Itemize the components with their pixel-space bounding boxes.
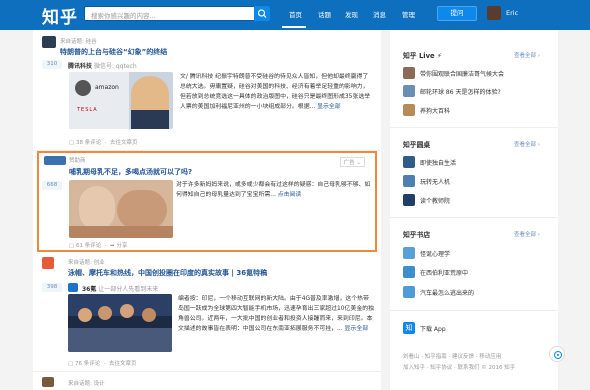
live-thumb	[403, 85, 415, 97]
topic-icon[interactable]	[42, 36, 56, 48]
article-thumbnail[interactable]: amazon TESLA	[69, 72, 173, 129]
author-name[interactable]: 腾讯科技	[68, 63, 92, 70]
author-name[interactable]: 36氪	[82, 286, 96, 293]
nav-home[interactable]: 首页	[289, 9, 302, 19]
show-more-link[interactable]: 显示全部	[345, 326, 369, 332]
author-bio: 让一部分人先看到未来	[98, 286, 159, 293]
go-to-article-link[interactable]: 去往文章页	[110, 140, 138, 146]
feed-actions: ▢ 76 条评论 · 去往文章页	[68, 361, 137, 367]
books-section-title: 知乎书店	[403, 231, 431, 239]
nav-messages[interactable]: 消息	[373, 9, 386, 19]
topic-source[interactable]: 来自话题: 设计	[68, 379, 105, 387]
sidebar-divider	[390, 217, 558, 218]
go-to-article-link[interactable]: 去往文章页	[109, 361, 137, 367]
topic-icon[interactable]	[42, 377, 54, 387]
chevron-down-icon: ⌄	[354, 160, 361, 166]
chat-icon	[554, 351, 562, 359]
comments-link[interactable]: ▢ 61 条评论	[69, 243, 103, 249]
feed-excerpt: 对于许多新妈妈来说，或多或少都会有过这样的疑惑：自己母乳够不够、如何得知自己的母…	[176, 182, 371, 198]
feed-excerpt: 文/ 腾讯科技 纪振宇特朗普不受硅谷的待见众人皆知，但他却最终赢得了总统大选。毋…	[180, 74, 371, 110]
author-avatar[interactable]	[68, 283, 78, 292]
footer-links-line1[interactable]: 刘看山 · 知乎指南 · 建议反馈 · 移动应用	[403, 352, 501, 360]
live-thumb	[403, 104, 415, 116]
vote-count[interactable]: 310	[42, 60, 62, 69]
roundtable-thumb	[403, 194, 415, 206]
live-item[interactable]: 带你围观联合国廉洁哥气候大会	[403, 67, 553, 81]
download-app-link[interactable]: 知 下载 App	[403, 322, 553, 336]
zhihu-logo[interactable]: 知乎	[42, 3, 78, 28]
nav-active-indicator	[282, 26, 306, 28]
search-button[interactable]	[254, 6, 270, 21]
comment-icon: ▢	[69, 140, 76, 146]
feedback-button[interactable]	[549, 346, 565, 362]
roundtable-section-title: 知乎圆桌	[403, 141, 431, 149]
topic-icon[interactable]	[42, 257, 54, 269]
feed-title[interactable]: 特朗普的上台与硅谷“幻象”的终结	[60, 47, 167, 57]
search-input[interactable]: 搜索你感兴趣的内容...	[84, 6, 270, 21]
comment-icon: ▢	[69, 243, 76, 249]
feed-actions: ▢ 61 条评论 · ➦ 分享	[69, 243, 128, 249]
sidebar-divider	[390, 127, 558, 128]
vote-count[interactable]: 668	[42, 181, 62, 190]
sidebar-divider	[390, 310, 558, 311]
live-more-link[interactable]: 查看全部 ›	[514, 51, 540, 59]
comment-icon: ▢	[68, 361, 75, 367]
author-line: 36氪 让一部分人先看到未来	[82, 284, 158, 293]
roundtable-more-link[interactable]: 查看全部 ›	[514, 140, 540, 148]
read-more-link[interactable]: 点击阅读	[278, 192, 302, 198]
comments-link[interactable]: ▢ 76 条评论	[68, 361, 102, 367]
book-cover	[403, 286, 415, 298]
show-more-link[interactable]: 显示全部	[317, 104, 341, 110]
feed-title[interactable]: 哺乳期母乳不足，多喝点汤就可以了吗?	[69, 167, 192, 177]
book-item[interactable]: 汽车最怎么逃出来的	[403, 286, 553, 300]
author-line: 腾讯科技 微信号: qqtech	[68, 61, 137, 70]
ask-button[interactable]: 提问	[437, 6, 477, 21]
roundtable-item[interactable]: 读个教师院	[403, 194, 553, 208]
book-item[interactable]: 在西伯利亚荒原中	[403, 266, 553, 280]
article-thumbnail[interactable]	[68, 294, 172, 352]
share-link[interactable]: ➦ 分享	[110, 243, 127, 249]
vote-count[interactable]: 398	[42, 283, 62, 292]
books-more-link[interactable]: 查看全部 ›	[514, 230, 540, 238]
roundtable-thumb	[403, 175, 415, 187]
feed-actions: ▢ 38 条评论 · 去往文章页	[69, 140, 138, 146]
feed-divider	[33, 371, 381, 372]
roundtable-thumb	[403, 156, 415, 168]
live-section-title: 知乎 Live ⚡	[403, 52, 442, 60]
ad-tag[interactable]: 广告 ⌄	[339, 157, 365, 167]
nav-explore[interactable]: 发现	[345, 9, 358, 19]
feed-excerpt: 编者按：印尼，一个移动互联网的新大陆。由于4G普及率激增，这个热带岛国一跃成为全…	[178, 296, 374, 332]
zhihu-app-icon: 知	[403, 322, 415, 334]
comments-link[interactable]: ▢ 38 条评论	[69, 140, 103, 146]
top-bar: 知乎 搜索你感兴趣的内容... 首页 话题 发现 消息 管理 提问 Eric	[0, 0, 590, 30]
sponsored-item: 赞助商 广告 ⌄ 哺乳期母乳不足，多喝点汤就可以了吗? 668 对于许多新妈妈来…	[37, 151, 377, 252]
nav-topics[interactable]: 话题	[318, 9, 331, 19]
footer-links-line2[interactable]: 加入知乎 · 知乎协议 · 联系我们 © 2016 知乎	[403, 363, 515, 371]
sponsor-label: 赞助商	[69, 158, 86, 164]
search-icon	[257, 9, 267, 18]
live-item[interactable]: 养狗大百科	[403, 104, 553, 118]
live-thumb	[403, 67, 415, 79]
topic-source[interactable]: 来自话题: 创业	[68, 258, 105, 266]
feed-title[interactable]: 泳帽、摩托车和热线，中国创投圈在印度的真实故事 | 36氪特稿	[68, 268, 267, 278]
sponsor-logo	[44, 156, 66, 165]
nav-manage[interactable]: 管理	[402, 9, 415, 19]
book-cover	[403, 247, 415, 259]
user-avatar[interactable]	[487, 6, 501, 20]
book-cover	[403, 266, 415, 278]
user-name[interactable]: Eric	[506, 9, 518, 17]
roundtable-item[interactable]: 即使独自生活	[403, 156, 553, 170]
roundtable-item[interactable]: 玩转无人机	[403, 175, 553, 189]
topic-source[interactable]: 来自话题: 硅谷	[60, 37, 97, 45]
right-sidebar: 知乎 Live ⚡ 查看全部 › 带你围观联合国廉洁哥气候大会 邮轮环球 86 …	[390, 30, 558, 390]
author-bio: 微信号: qqtech	[93, 63, 137, 70]
live-item[interactable]: 邮轮环球 86 天是怎样的体验?	[403, 85, 553, 99]
ad-thumbnail[interactable]	[69, 180, 173, 238]
book-item[interactable]: 怪诞心理学	[403, 247, 553, 261]
